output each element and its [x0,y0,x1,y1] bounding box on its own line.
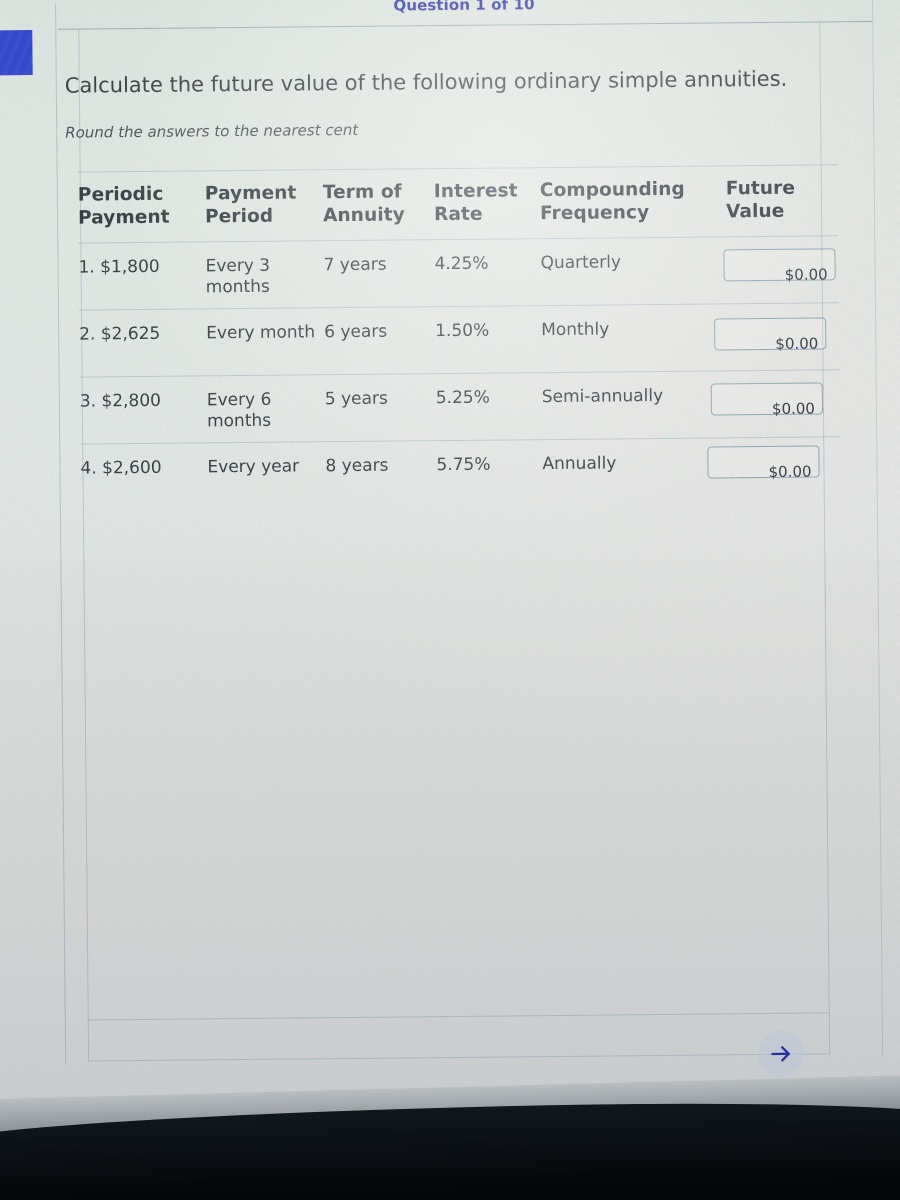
cell-term-of-annuity: 8 years [325,455,389,477]
cell-payment-period: Every year [207,456,300,478]
column-header-line: Future [725,177,796,200]
cell-payment-period: Every 6 months [206,389,272,432]
arrow-right-icon [768,1041,794,1067]
column-header-line: Periodic [77,183,164,206]
column-header-line: Interest [433,180,518,203]
column-header-periodic-payment: Periodic Payment [78,183,200,229]
table-row: 4. $2,600 Every year 8 years 5.75% Annua… [80,436,841,511]
future-value-input-value: $0.00 [775,334,819,353]
column-header-line: Payment [204,182,297,205]
cell-term-of-annuity: 6 years [324,321,388,343]
quiz-page: Question 1 of 10 Calculate the future va… [0,0,900,1139]
future-value-input-value: $0.00 [771,399,816,418]
table-row: 2. $2,625 Every month 6 years 1.50% Mont… [78,302,840,377]
future-value-input[interactable]: $0.00 [714,317,827,353]
cell-interest-rate: 4.25% [434,253,489,275]
cell-periodic-payment: 3. $2,800 [79,390,162,412]
future-value-input[interactable]: $0.00 [723,248,836,284]
future-value-input[interactable]: $0.00 [707,445,820,481]
table-row: 3. $2,800 Every 6 months 5 years 5.25% S… [79,369,841,444]
cell-term-of-annuity: 5 years [324,388,388,410]
cell-periodic-payment: 1. $1,800 [78,256,160,278]
column-header-compounding-frequency: Compounding Frequency [540,178,750,225]
cell-compounding-frequency: Quarterly [540,252,622,274]
cell-periodic-payment: 2. $2,625 [79,323,161,345]
cell-interest-rate: 5.25% [435,387,490,409]
column-header-payment-period: Payment Period [205,182,317,228]
annuities-table: Periodic Payment Payment Period Term of … [77,164,841,511]
next-question-button[interactable] [757,1030,805,1078]
question-counter: Question 1 of 10 [393,0,535,15]
cell-term-of-annuity: 7 years [323,254,387,276]
table-row: 1. $1,800 Every 3 months 7 years 4.25% Q… [78,235,839,310]
column-header-line: Frequency [539,201,650,224]
column-header-line: Value [725,200,785,222]
cell-periodic-payment: 4. $2,600 [80,457,162,479]
photographed-monitor-scene: Question 1 of 10 Calculate the future va… [0,0,900,1200]
column-header-line: Rate [433,203,483,225]
column-header-line: Annuity [322,204,405,226]
future-value-input[interactable]: $0.00 [710,382,823,418]
cell-interest-rate: 1.50% [435,320,490,342]
app-right-rail [871,0,884,1056]
future-value-input-value: $0.00 [784,265,828,284]
table-header-row: Periodic Payment Payment Period Term of … [77,164,839,243]
active-question-tab[interactable] [0,30,33,76]
cell-interest-rate: 5.75% [436,454,491,476]
column-header-line: Compounding [539,178,685,202]
column-header-interest-rate: Interest Rate [434,180,538,226]
column-header-line: Term of [322,181,402,204]
future-value-input-value: $0.00 [768,462,812,481]
cell-payment-period: Every 3 months [205,255,271,298]
app-left-rail [55,3,67,1064]
column-header-future-value: Future Value [726,177,838,223]
column-header-term-of-annuity: Term of Annuity [323,181,423,227]
cell-payment-period: Every month [206,322,316,344]
column-header-line: Period [204,205,274,227]
column-header-line: Payment [77,206,170,229]
